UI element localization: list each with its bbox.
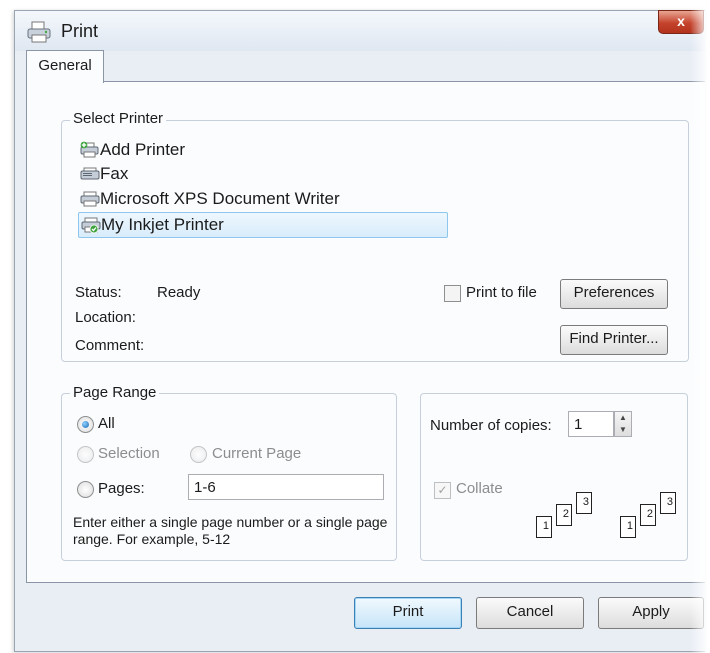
printer-icon xyxy=(80,191,100,207)
selection-radio[interactable] xyxy=(77,446,94,463)
copies-input[interactable]: 1 xyxy=(568,411,614,437)
cancel-button[interactable]: Cancel xyxy=(476,597,584,629)
title-bar[interactable]: Print x xyxy=(15,10,705,51)
current-page-radio[interactable] xyxy=(190,446,207,463)
printer-item-label: Add Printer xyxy=(100,140,186,159)
collate-page-3: 3 xyxy=(660,492,676,514)
pages-input[interactable]: 1-6 xyxy=(188,474,384,500)
pages-radio[interactable] xyxy=(77,481,94,498)
printer-item-my-inkjet[interactable]: My Inkjet Printer xyxy=(78,212,448,238)
spin-up-icon[interactable]: ▲ xyxy=(615,412,631,424)
print-to-file-label[interactable]: Print to file xyxy=(466,284,537,301)
find-printer-button[interactable]: Find Printer... xyxy=(560,325,668,355)
collate-page-2: 2 xyxy=(556,504,572,526)
apply-button[interactable]: Apply xyxy=(598,597,704,629)
printer-item-fax[interactable]: Fax xyxy=(80,162,280,186)
inkjet-printer-icon xyxy=(81,217,101,234)
all-radio[interactable] xyxy=(77,416,94,433)
collate-label[interactable]: Collate xyxy=(456,480,503,497)
current-page-label[interactable]: Current Page xyxy=(212,445,301,462)
preferences-button[interactable]: Preferences xyxy=(560,279,668,309)
selection-label[interactable]: Selection xyxy=(98,445,160,462)
spin-down-icon[interactable]: ▼ xyxy=(615,424,631,436)
printer-item-microsoft-xps[interactable]: Microsoft XPS Document Writer xyxy=(80,187,400,211)
collate-page-2: 2 xyxy=(640,504,656,526)
collate-page-3: 3 xyxy=(576,492,592,514)
window-title: Print xyxy=(61,21,99,41)
torn-edge xyxy=(690,0,710,653)
print-to-file-checkbox[interactable] xyxy=(444,285,461,302)
pages-label[interactable]: Pages: xyxy=(98,480,145,497)
close-icon: x xyxy=(677,13,685,29)
collate-checkbox[interactable]: ✓ xyxy=(434,482,451,499)
print-button[interactable]: Print xyxy=(354,597,462,629)
fax-icon xyxy=(80,167,100,180)
tab-general[interactable]: General xyxy=(26,50,104,83)
page-range-legend: Page Range xyxy=(70,384,160,401)
printer-item-label: Microsoft XPS Document Writer xyxy=(100,189,340,208)
select-printer-legend: Select Printer xyxy=(70,110,167,127)
printer-item-label: My Inkjet Printer xyxy=(101,215,224,234)
status-value: Ready xyxy=(157,284,201,301)
printer-item-add-printer[interactable]: Add Printer xyxy=(80,138,280,162)
copies-label: Number of copies: xyxy=(430,417,552,434)
printer-item-label: Fax xyxy=(100,164,129,183)
all-label[interactable]: All xyxy=(98,415,115,432)
add-printer-icon xyxy=(80,141,99,158)
collate-page-1: 1 xyxy=(536,516,552,538)
collate-illustration: 3 2 1 3 2 1 xyxy=(536,492,686,542)
status-label: Status: xyxy=(75,284,122,301)
comment-label: Comment: xyxy=(75,337,145,354)
page-range-hint: Enter either a single page number or a s… xyxy=(73,514,388,547)
copies-spinner[interactable]: ▲ ▼ xyxy=(614,411,632,437)
collate-page-1: 1 xyxy=(620,516,636,538)
printer-icon xyxy=(27,21,51,43)
location-label: Location: xyxy=(75,309,136,326)
